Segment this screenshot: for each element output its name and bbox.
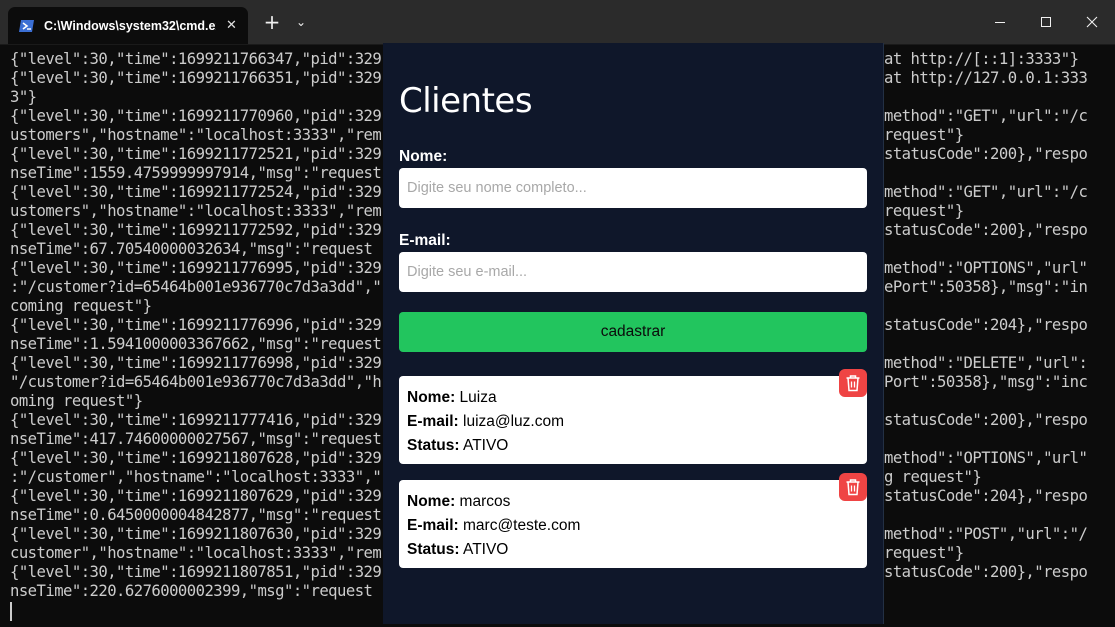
customer-name-key: Nome: xyxy=(407,493,456,510)
terminal-line: {"level":30,"time":1699211807629,"pid":3… xyxy=(10,487,382,505)
terminal-line: {"level":30,"time":1699211807851,"pid":3… xyxy=(10,563,382,581)
terminal-line: {"level":30,"time":1699211776998,"pid":3… xyxy=(10,354,382,372)
terminal-tab[interactable]: C:\Windows\system32\cmd.exe ✕ xyxy=(8,7,248,44)
minimize-icon xyxy=(995,22,1005,23)
close-icon xyxy=(1086,16,1098,28)
terminal-line: :"/customer","hostname":"localhost:3333"… xyxy=(10,468,382,486)
customer-email-row: E-mail: marc@teste.com xyxy=(407,514,859,538)
terminal-line-right: method":"GET","url":"/c xyxy=(884,183,1088,201)
terminal-line: oming request"} xyxy=(10,392,143,410)
email-input[interactable] xyxy=(399,252,867,292)
page-title: Clientes xyxy=(399,81,533,121)
customer-email-key: E-mail: xyxy=(407,517,459,534)
customer-email-key: E-mail: xyxy=(407,413,459,430)
terminal-line-right: at http://127.0.0.1:333 xyxy=(884,69,1088,87)
terminal-line-right: method":"POST","url":"/ xyxy=(884,525,1088,543)
terminal-line: nseTime":220.6276000002399,"msg":"reques… xyxy=(10,582,373,600)
terminal-line: :"/customer?id=65464b001e936770c7d3a3dd"… xyxy=(10,278,382,296)
terminal-line: coming request"} xyxy=(10,297,152,315)
terminal-line-right: method":"OPTIONS","url" xyxy=(884,259,1088,277)
maximize-icon xyxy=(1041,17,1051,27)
email-label: E-mail: xyxy=(399,232,451,249)
terminal-line: nseTime":417.74600000027567,"msg":"reque… xyxy=(10,430,382,448)
trash-icon xyxy=(846,479,860,496)
tab-close-icon[interactable]: ✕ xyxy=(226,18,237,33)
customer-status: ATIVO xyxy=(463,437,509,454)
terminal-line-right: ePort":50358},"msg":"in xyxy=(884,278,1088,296)
minimize-button[interactable] xyxy=(978,0,1022,44)
terminal-line: customer","hostname":"localhost:3333","r… xyxy=(10,544,382,562)
customer-status: ATIVO xyxy=(463,541,509,558)
trash-icon xyxy=(846,375,860,392)
terminal-line: nseTime":1559.4759999997914,"msg":"reque… xyxy=(10,164,382,182)
terminal-line: {"level":30,"time":1699211776996,"pid":3… xyxy=(10,316,382,334)
customer-email: marc@teste.com xyxy=(463,517,581,534)
terminal-line-right: request"} xyxy=(884,202,964,220)
terminal-line-right: statusCode":204},"respo xyxy=(884,316,1088,334)
terminal-line: {"level":30,"time":1699211772521,"pid":3… xyxy=(10,145,382,163)
customer-status-row: Status: ATIVO xyxy=(407,434,859,458)
new-tab-button[interactable]: + xyxy=(258,0,286,44)
terminal-line-right: Port":50358},"msg":"inc xyxy=(884,373,1088,391)
terminal-line: "/customer?id=65464b001e936770c7d3a3dd",… xyxy=(10,373,382,391)
cadastrar-button[interactable]: cadastrar xyxy=(399,312,867,352)
customer-status-key: Status: xyxy=(407,541,460,558)
customer-name-row: Nome: marcos xyxy=(407,490,859,514)
customer-card: Nome: marcos E-mail: marc@teste.com Stat… xyxy=(399,473,867,568)
customer-status-row: Status: ATIVO xyxy=(407,538,859,562)
terminal-line-right: statusCode":200},"respo xyxy=(884,411,1088,429)
customer-status-key: Status: xyxy=(407,437,460,454)
terminal-line: {"level":30,"time":1699211766347,"pid":3… xyxy=(10,50,382,68)
terminal-line-right: method":"GET","url":"/c xyxy=(884,107,1088,125)
terminal-line: {"level":30,"time":1699211807628,"pid":3… xyxy=(10,449,382,467)
tab-title: C:\Windows\system32\cmd.exe xyxy=(44,18,216,33)
terminal-line: {"level":30,"time":1699211776995,"pid":3… xyxy=(10,259,382,277)
terminal-line: ustomers","hostname":"localhost:3333","r… xyxy=(10,202,382,220)
close-window-button[interactable] xyxy=(1070,0,1114,44)
name-input[interactable] xyxy=(399,168,867,208)
terminal-line: nseTime":1.5941000003367662,"msg":"reque… xyxy=(10,335,382,353)
terminal-line: {"level":30,"time":1699211777416,"pid":3… xyxy=(10,411,382,429)
terminal-line: 3"} xyxy=(10,88,37,106)
terminal-line: nseTime":67.70540000032634,"msg":"reques… xyxy=(10,240,373,258)
terminal-line-right: statusCode":200},"respo xyxy=(884,145,1088,163)
terminal-line-right: statusCode":200},"respo xyxy=(884,221,1088,239)
terminal-line-right: request"} xyxy=(884,126,964,144)
terminal-line-right: method":"DELETE","url": xyxy=(884,354,1088,372)
terminal-line: {"level":30,"time":1699211766351,"pid":3… xyxy=(10,69,382,87)
customer-email: luiza@luz.com xyxy=(463,413,565,430)
customer-name-row: Nome: Luiza xyxy=(407,386,859,410)
terminal-line: nseTime":0.6450000004842877,"msg":"reque… xyxy=(10,506,382,524)
terminal-line-right: g request"} xyxy=(884,468,982,486)
customer-name-key: Nome: xyxy=(407,389,456,406)
tab-dropdown-icon[interactable]: ⌄ xyxy=(290,0,312,44)
delete-customer-button[interactable] xyxy=(839,369,867,397)
customer-email-row: E-mail: luiza@luz.com xyxy=(407,410,859,434)
powershell-icon xyxy=(18,17,36,35)
terminal-line-right: method":"OPTIONS","url" xyxy=(884,449,1088,467)
terminal-line: ustomers","hostname":"localhost:3333","r… xyxy=(10,126,382,144)
delete-customer-button[interactable] xyxy=(839,473,867,501)
clientes-app-window: Clientes Nome: E-mail: cadastrar Nome: L… xyxy=(383,43,884,624)
terminal-titlebar: C:\Windows\system32\cmd.exe ✕ + ⌄ xyxy=(0,0,1115,45)
customer-name: Luiza xyxy=(459,389,497,406)
terminal-line: {"level":30,"time":1699211772592,"pid":3… xyxy=(10,221,382,239)
terminal-line-right: at http://[::1]:3333"} xyxy=(884,50,1079,68)
terminal-line: {"level":30,"time":1699211807630,"pid":3… xyxy=(10,525,382,543)
customer-name: marcos xyxy=(459,493,511,510)
terminal-cursor xyxy=(10,602,12,621)
terminal-line-right: statusCode":200},"respo xyxy=(884,563,1088,581)
maximize-button[interactable] xyxy=(1024,0,1068,44)
customer-card: Nome: Luiza E-mail: luiza@luz.com Status… xyxy=(399,369,867,464)
terminal-line-right: statusCode":204},"respo xyxy=(884,487,1088,505)
terminal-line: {"level":30,"time":1699211772524,"pid":3… xyxy=(10,183,382,201)
terminal-line-right: request"} xyxy=(884,544,964,562)
terminal-line: {"level":30,"time":1699211770960,"pid":3… xyxy=(10,107,382,125)
name-label: Nome: xyxy=(399,148,448,165)
